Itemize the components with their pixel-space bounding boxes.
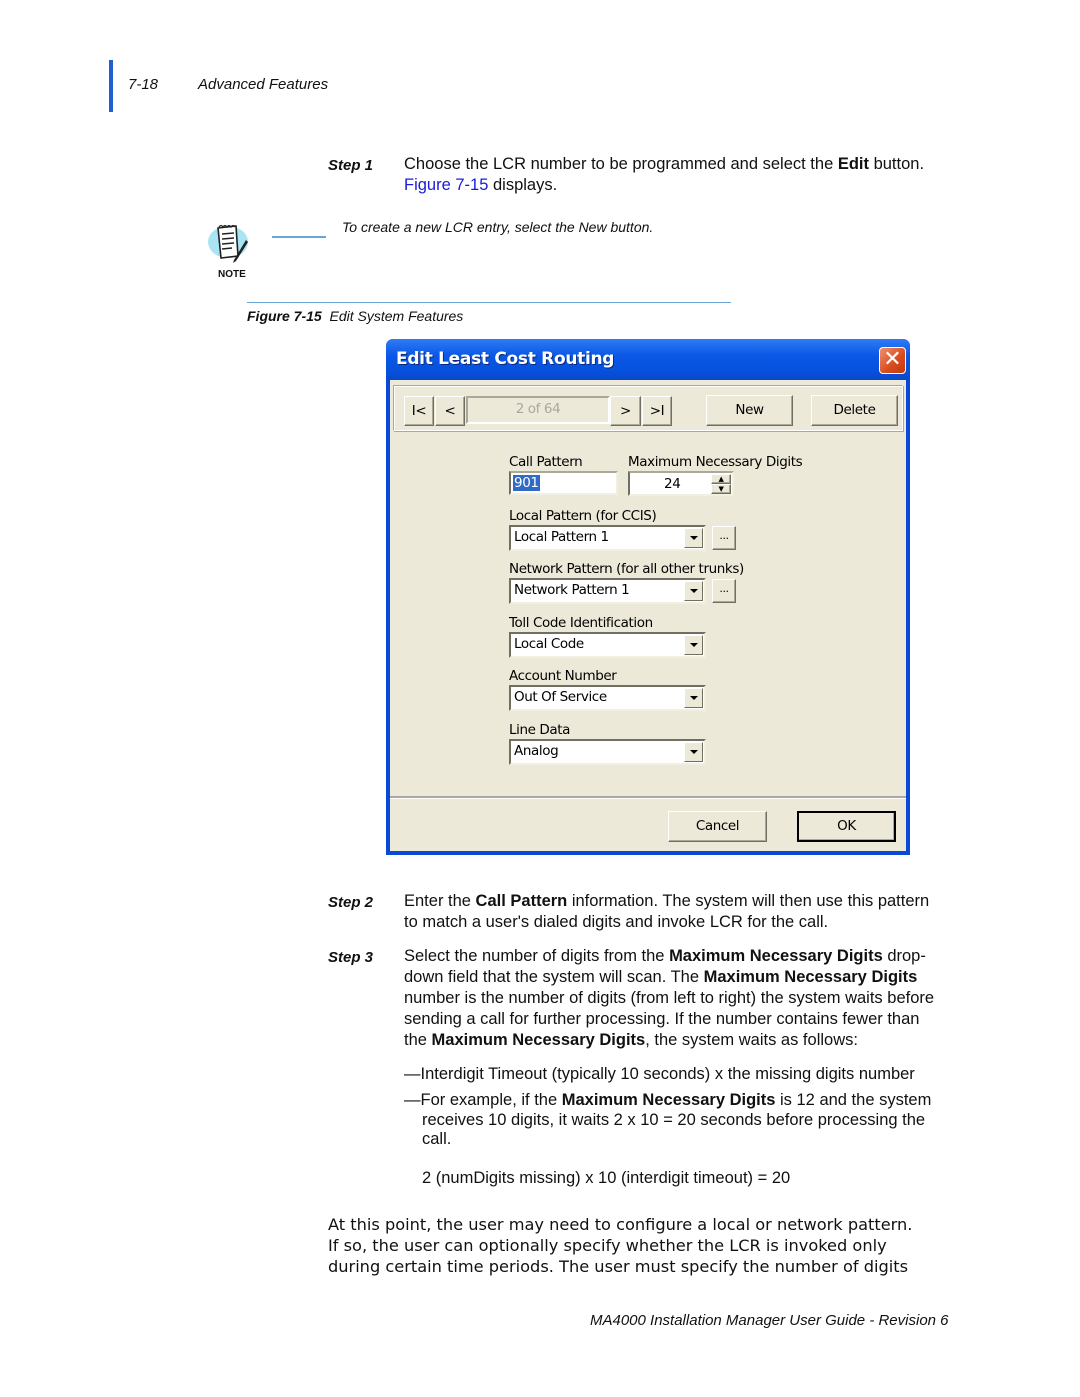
local-pattern-value: Local Pattern 1 <box>514 529 609 545</box>
network-pattern-browse-button[interactable]: ... <box>712 579 736 603</box>
paragraph-line: At this point, the user may need to conf… <box>328 1215 913 1234</box>
bullet-2-text-part: —For example, if the <box>404 1091 562 1109</box>
account-number-select[interactable]: Out Of Service <box>509 685 706 711</box>
body-paragraph: At this point, the user may need to conf… <box>328 1214 1008 1277</box>
local-pattern-browse-button[interactable]: ... <box>712 526 736 550</box>
dialog-titlebar[interactable]: Edit Least Cost Routing ✕ <box>386 339 910 380</box>
bullet-1: —Interdigit Timeout (typically 10 second… <box>404 1065 915 1083</box>
spin-up-icon: ▲ <box>718 475 724 483</box>
record-navigator: I< < 2 of 64 > >I New Delete <box>393 385 903 431</box>
step-3-text-part: sending a call for further processing. I… <box>404 1010 920 1028</box>
figure-divider <box>247 302 731 303</box>
step-3-text: Select the number of digits from the Max… <box>404 946 984 1051</box>
header-accent-bar <box>109 60 113 112</box>
previous-record-button[interactable]: < <box>435 396 465 426</box>
step-1-text: Choose the LCR number to be programmed a… <box>404 154 984 196</box>
paragraph-line: during certain time periods. The user mu… <box>328 1257 909 1276</box>
chevron-down-icon[interactable] <box>684 635 703 655</box>
record-position: 2 of 64 <box>466 396 610 424</box>
ok-button[interactable]: OK <box>797 811 896 842</box>
bullet-2-text-part: receives 10 digits, it waits 2 x 10 = 20… <box>422 1110 926 1129</box>
edit-term: Edit <box>837 155 869 173</box>
dialog-client-area: I< < 2 of 64 > >I New Delete Call Patter… <box>390 380 906 851</box>
spin-up-button[interactable]: ▲ <box>711 474 731 484</box>
account-number-label: Account Number <box>509 668 617 684</box>
note-divider <box>272 236 326 238</box>
step-2-text-part: to match a user's dialed digits and invo… <box>404 913 829 931</box>
network-pattern-select[interactable]: Network Pattern 1 <box>509 578 706 604</box>
account-number-value: Out Of Service <box>514 689 607 705</box>
close-icon: ✕ <box>883 347 902 372</box>
dialog-separator <box>390 796 906 799</box>
step-2-text-part: information. The system will then use th… <box>567 892 930 910</box>
step-3-text-part: number is the number of digits (from lef… <box>404 989 935 1007</box>
bullet-2-text-part: is 12 and the system <box>775 1091 932 1109</box>
chevron-down-icon[interactable] <box>684 581 703 601</box>
edit-lcr-dialog: Edit Least Cost Routing ✕ I< < 2 of 64 >… <box>386 339 910 855</box>
first-record-button[interactable]: I< <box>404 396 434 426</box>
paragraph-line: If so, the user can optionally specify w… <box>328 1236 887 1255</box>
figure-label: Figure 7-15 <box>247 308 322 324</box>
call-pattern-value: 901 <box>513 475 540 491</box>
chevron-down-icon[interactable] <box>684 528 703 548</box>
note-icon: NOTE <box>204 220 266 280</box>
call-pattern-term: Call Pattern <box>475 892 568 910</box>
page-number: 7-18 <box>128 76 159 93</box>
step-3-text-part: Select the number of digits from the <box>404 947 670 965</box>
dialog-title: Edit Least Cost Routing <box>396 349 615 369</box>
toll-code-label: Toll Code Identification <box>509 615 653 631</box>
toll-code-select[interactable]: Local Code <box>509 632 706 658</box>
step-1-text-part: Choose the LCR number to be programmed a… <box>404 155 838 173</box>
next-record-button[interactable]: > <box>610 396 641 426</box>
formula: 2 (numDigits missing) x 10 (interdigit t… <box>422 1169 791 1187</box>
network-pattern-value: Network Pattern 1 <box>514 582 630 598</box>
call-pattern-input[interactable]: 901 <box>509 471 618 495</box>
step-3-label: Step 3 <box>328 949 374 966</box>
bullet-2: —For example, if the Maximum Necessary D… <box>404 1091 984 1150</box>
call-pattern-label: Call Pattern <box>509 454 583 470</box>
step-3-text-part: drop- <box>882 947 926 965</box>
new-button[interactable]: New <box>706 395 793 426</box>
step-2-label: Step 2 <box>328 894 374 911</box>
line-data-value: Analog <box>514 743 559 759</box>
note-icon-label: NOTE <box>218 269 246 280</box>
figure-link[interactable]: Figure 7-15 <box>404 176 488 194</box>
figure-caption: Figure 7-15 Edit System Features <box>247 308 463 324</box>
spin-down-icon: ▼ <box>718 485 724 493</box>
step-3-text-part: the <box>404 1031 432 1049</box>
step-3-text-part: , the system waits as follows: <box>645 1031 858 1049</box>
max-digits-label: Maximum Necessary Digits <box>628 454 803 470</box>
note-text: To create a new LCR entry, select the Ne… <box>342 219 654 235</box>
page-footer: MA4000 Installation Manager User Guide -… <box>590 1312 949 1329</box>
local-pattern-select[interactable]: Local Pattern 1 <box>509 525 706 551</box>
cancel-button[interactable]: Cancel <box>668 811 767 842</box>
step-1-text-part: button. <box>869 155 925 173</box>
chevron-down-icon[interactable] <box>684 742 703 762</box>
line-data-label: Line Data <box>509 722 571 738</box>
max-digits-term: Maximum Necessary Digits <box>703 968 918 986</box>
max-digits-term: Maximum Necessary Digits <box>561 1091 776 1109</box>
last-record-button[interactable]: >I <box>642 396 672 426</box>
step-1-text-part: displays. <box>488 176 558 194</box>
close-button[interactable]: ✕ <box>879 347 906 374</box>
step-1-label: Step 1 <box>328 157 374 174</box>
max-digits-term: Maximum Necessary Digits <box>431 1031 646 1049</box>
spin-down-button[interactable]: ▼ <box>711 484 731 494</box>
max-digits-term: Maximum Necessary Digits <box>669 947 883 965</box>
step-2-text-part: Enter the <box>404 892 476 910</box>
figure-caption-text: Edit System Features <box>329 308 464 324</box>
step-3-text-part: down field that the system will scan. Th… <box>404 968 704 986</box>
max-digits-spinner[interactable]: 24 ▲ ▼ <box>628 471 734 496</box>
max-digits-value: 24 <box>664 476 681 492</box>
toll-code-value: Local Code <box>514 636 584 652</box>
chevron-down-icon[interactable] <box>684 688 703 708</box>
local-pattern-label: Local Pattern (for CCIS) <box>509 508 657 524</box>
step-2-text: Enter the Call Pattern information. The … <box>404 891 984 933</box>
line-data-select[interactable]: Analog <box>509 739 706 765</box>
section-title: Advanced Features <box>198 76 329 93</box>
bullet-2-text-part: call. <box>422 1130 452 1148</box>
delete-button[interactable]: Delete <box>811 395 898 426</box>
network-pattern-label: Network Pattern (for all other trunks) <box>509 561 744 577</box>
